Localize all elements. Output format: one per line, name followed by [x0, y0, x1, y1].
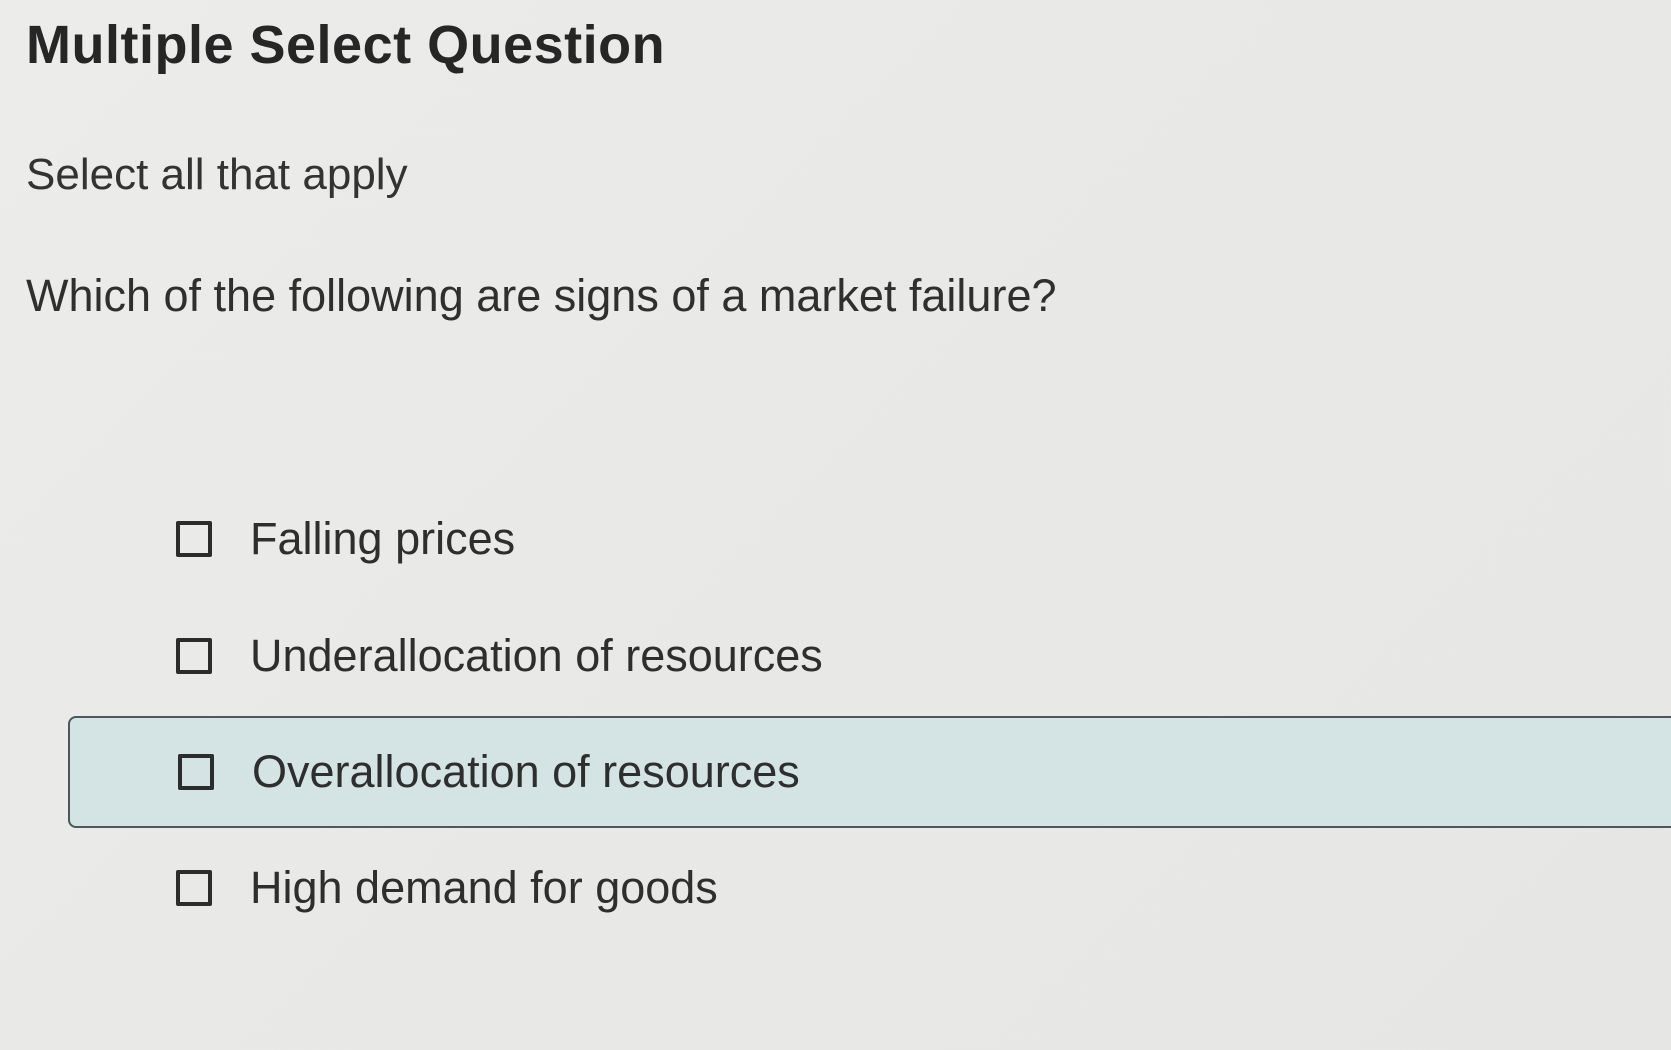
answer-option-underallocation[interactable]: Underallocation of resources [68, 600, 1671, 712]
answer-option-label[interactable]: Falling prices [250, 513, 515, 565]
answer-option-high-demand[interactable]: High demand for goods [68, 832, 1671, 944]
checkbox-icon[interactable] [176, 521, 212, 557]
answer-option-overallocation[interactable]: Overallocation of resources [68, 716, 1671, 828]
answer-option-label[interactable]: Underallocation of resources [250, 630, 823, 682]
checkbox-icon[interactable] [176, 638, 212, 674]
answer-option-label[interactable]: Overallocation of resources [252, 746, 800, 798]
answer-option-label[interactable]: High demand for goods [250, 862, 718, 914]
answer-option-falling-prices[interactable]: Falling prices [68, 483, 1671, 595]
question-page: Multiple Select Question Select all that… [0, 0, 1671, 1050]
checkbox-icon[interactable] [178, 754, 214, 790]
answer-options-list: Falling prices Underallocation of resour… [0, 0, 1671, 1050]
checkbox-icon[interactable] [176, 870, 212, 906]
